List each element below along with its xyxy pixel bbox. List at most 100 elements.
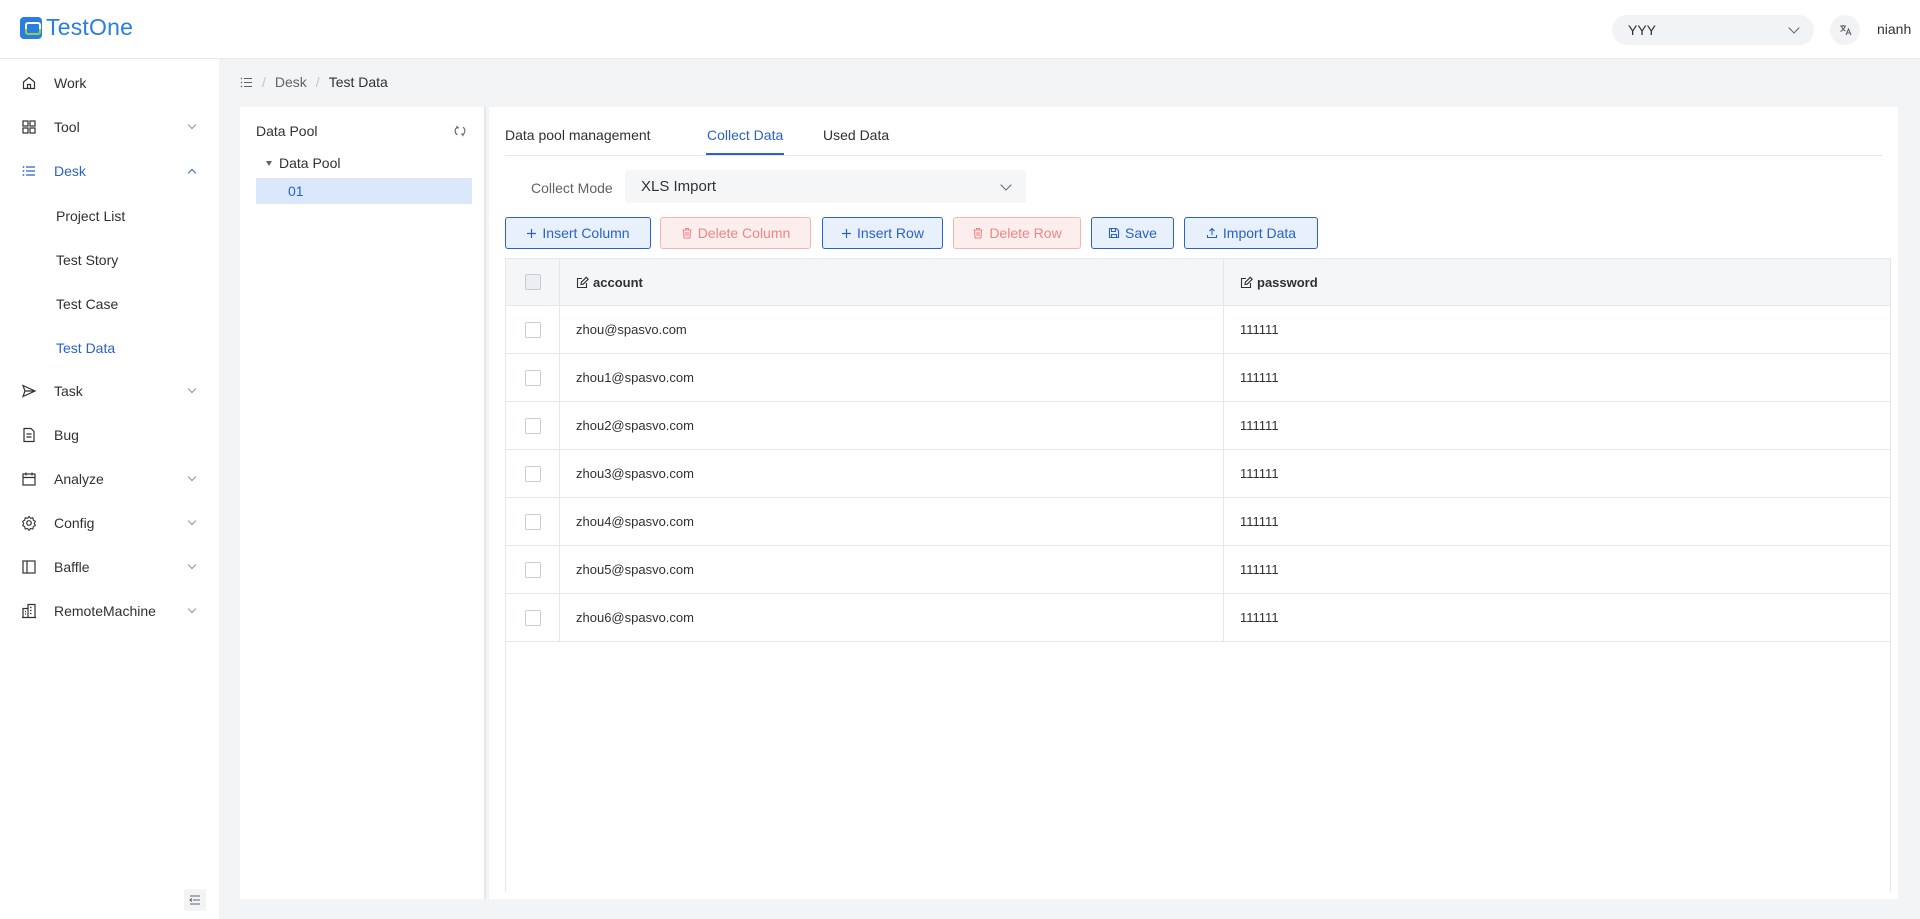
trash-icon xyxy=(681,227,693,239)
row-checkbox[interactable] xyxy=(524,465,541,482)
cell-password[interactable]: 111111 xyxy=(1224,306,1890,353)
cell-account[interactable]: zhou5@spasvo.com xyxy=(560,546,1224,593)
cell-password[interactable]: 111111 xyxy=(1224,402,1890,449)
row-checkbox[interactable] xyxy=(524,609,541,626)
building-icon xyxy=(21,603,37,619)
home-icon xyxy=(21,75,37,91)
row-checkbox[interactable] xyxy=(524,369,541,386)
sidebar-item-analyze[interactable]: Analyze xyxy=(0,457,219,501)
tab-used-data[interactable]: Used Data xyxy=(823,127,889,143)
sidebar-item-baffle[interactable]: Baffle xyxy=(0,545,219,589)
row-select-cell xyxy=(506,450,560,497)
project-select[interactable]: YYY xyxy=(1612,15,1814,45)
chevron-down-icon xyxy=(1788,22,1800,34)
sidebar-item-desk[interactable]: Desk xyxy=(0,149,219,193)
row-select-cell xyxy=(506,402,560,449)
main-panel: Data pool management Collect Data Used D… xyxy=(489,107,1898,899)
row-select-cell xyxy=(506,354,560,401)
sidebar-subitem-project-list[interactable]: Project List xyxy=(56,208,125,224)
table-row[interactable]: zhou5@spasvo.com 111111 xyxy=(506,546,1890,594)
table-row[interactable]: zhou2@spasvo.com 111111 xyxy=(506,402,1890,450)
breadcrumb: / Desk / Test Data xyxy=(240,74,388,90)
cell-account[interactable]: zhou6@spasvo.com xyxy=(560,594,1224,641)
import-data-button[interactable]: Import Data xyxy=(1184,217,1318,249)
top-header: TestOne YYY nianh xyxy=(0,0,1920,59)
sidebar-subitem-test-story[interactable]: Test Story xyxy=(56,252,118,268)
sidebar-subitem-test-data[interactable]: Test Data xyxy=(56,340,115,356)
cell-account[interactable]: zhou2@spasvo.com xyxy=(560,402,1224,449)
sidebar-item-label: Desk xyxy=(54,163,86,179)
column-header-password[interactable]: password xyxy=(1224,259,1890,305)
save-icon xyxy=(1108,227,1120,239)
app-logo[interactable]: TestOne xyxy=(20,14,133,41)
chevron-down-icon xyxy=(187,384,197,394)
project-select-value: YYY xyxy=(1628,22,1657,38)
menu-list-icon[interactable] xyxy=(240,76,253,89)
chevron-down-icon xyxy=(187,560,197,570)
cell-password[interactable]: 111111 xyxy=(1224,546,1890,593)
import-data-label: Import Data xyxy=(1222,225,1297,241)
collect-mode-select[interactable]: XLS Import xyxy=(625,170,1026,203)
tabs: Data pool management Collect Data Used D… xyxy=(505,107,1882,156)
column-header-account[interactable]: account xyxy=(560,259,1224,305)
caret-down-icon[interactable] xyxy=(266,160,272,166)
collapse-sidebar-button[interactable] xyxy=(184,889,206,911)
breadcrumb-root[interactable]: Desk xyxy=(275,74,307,90)
cell-account[interactable]: zhou1@spasvo.com xyxy=(560,354,1224,401)
delete-column-button[interactable]: Delete Column xyxy=(660,217,811,249)
edit-icon[interactable] xyxy=(1240,276,1253,289)
tab-collect-data[interactable]: Collect Data xyxy=(707,127,783,143)
sidebar-item-remotemachine[interactable]: RemoteMachine xyxy=(0,589,219,633)
sidebar-item-work[interactable]: Work xyxy=(0,61,219,105)
delete-row-button[interactable]: Delete Row xyxy=(953,217,1081,249)
table-row[interactable]: zhou3@spasvo.com 111111 xyxy=(506,450,1890,498)
cell-password[interactable]: 111111 xyxy=(1224,498,1890,545)
panel-icon xyxy=(21,559,37,575)
insert-column-button[interactable]: Insert Column xyxy=(505,217,651,249)
table-row[interactable]: zhou1@spasvo.com 111111 xyxy=(506,354,1890,402)
chevron-down-icon xyxy=(1000,178,1012,191)
cell-account[interactable]: zhou3@spasvo.com xyxy=(560,450,1224,497)
select-all-checkbox[interactable] xyxy=(524,274,541,290)
tree-node-01[interactable]: 01 xyxy=(256,178,472,204)
row-checkbox[interactable] xyxy=(524,417,541,434)
sidebar-item-config[interactable]: Config xyxy=(0,501,219,545)
save-label: Save xyxy=(1125,225,1157,241)
upload-icon xyxy=(1206,227,1218,239)
refresh-icon[interactable] xyxy=(453,124,467,138)
language-button[interactable] xyxy=(1830,15,1860,45)
cell-password[interactable]: 111111 xyxy=(1224,594,1890,641)
row-select-cell xyxy=(506,594,560,641)
insert-row-button[interactable]: Insert Row xyxy=(822,217,943,249)
cell-password[interactable]: 111111 xyxy=(1224,354,1890,401)
sidebar-item-task[interactable]: Task xyxy=(0,369,219,413)
user-name[interactable]: nianh xyxy=(1877,21,1920,37)
calendar-icon xyxy=(21,471,37,487)
edit-icon[interactable] xyxy=(576,276,589,289)
trash-icon xyxy=(972,227,984,239)
cell-account[interactable]: zhou4@spasvo.com xyxy=(560,498,1224,545)
row-checkbox[interactable] xyxy=(524,513,541,530)
row-checkbox[interactable] xyxy=(524,561,541,578)
sidebar-item-label: Analyze xyxy=(54,471,104,487)
sidebar-item-bug[interactable]: Bug xyxy=(0,413,219,457)
table-row[interactable]: zhou4@spasvo.com 111111 xyxy=(506,498,1890,546)
table-row[interactable]: zhou@spasvo.com 111111 xyxy=(506,306,1890,354)
sidebar-item-tool[interactable]: Tool xyxy=(0,105,219,149)
list-icon xyxy=(21,163,37,179)
row-checkbox[interactable] xyxy=(524,321,541,338)
sidebar-subitem-test-case[interactable]: Test Case xyxy=(56,296,118,312)
active-tab-indicator xyxy=(706,153,784,155)
cell-account[interactable]: zhou@spasvo.com xyxy=(560,306,1224,353)
collect-mode-label: Collect Mode xyxy=(531,180,613,196)
tree-node-data-pool[interactable]: Data Pool xyxy=(256,155,340,171)
save-button[interactable]: Save xyxy=(1091,217,1174,249)
tab-data-pool-management[interactable]: Data pool management xyxy=(505,127,651,143)
translate-icon xyxy=(1840,25,1852,36)
table-row[interactable]: zhou6@spasvo.com 111111 xyxy=(506,594,1890,642)
select-all-cell xyxy=(506,259,560,305)
plus-icon xyxy=(841,228,852,239)
cell-password[interactable]: 111111 xyxy=(1224,450,1890,497)
table-header: account password xyxy=(506,259,1890,306)
collapse-icon xyxy=(189,895,200,905)
